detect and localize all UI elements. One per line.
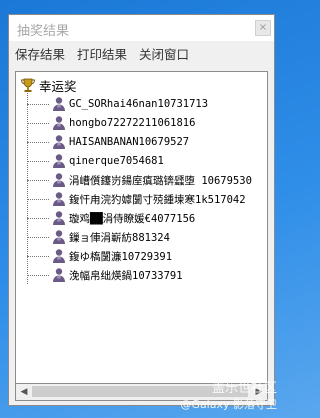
- watermark-site: 盖乐世社区: [211, 381, 277, 396]
- close-window-button[interactable]: ×: [255, 20, 271, 36]
- person-icon: [53, 116, 65, 130]
- root-label: 幸运奖: [39, 78, 77, 94]
- person-icon: [53, 97, 65, 111]
- results-window: 抽奖结果 × 保存结果 打印结果 关闭窗口 幸运奖 GC_SORhai46nan…: [8, 14, 275, 406]
- tree-item[interactable]: 涓嶆儨鑳岃鍚庢瘨璐锛瓥堕 10679530: [27, 172, 252, 188]
- person-icon: [53, 249, 65, 263]
- window-title: 抽奖结果: [17, 24, 70, 39]
- tree-item-label: 璇鸡██涓侍瞭媛€4077156: [69, 212, 196, 225]
- person-icon: [53, 135, 65, 149]
- tree-item[interactable]: HAISANBANAN10679527: [27, 134, 189, 150]
- menu-bar: 保存结果 打印结果 关闭窗口: [9, 41, 274, 65]
- tree-item[interactable]: 璇鸡██涓侍瞭媛€4077156: [27, 210, 195, 226]
- person-icon: [53, 192, 65, 206]
- tree-branch: [27, 274, 49, 276]
- tree-item[interactable]: 鍑ゆ槗闅濂10729391: [27, 248, 172, 264]
- tree-branch: [27, 236, 49, 238]
- tree-branch: [27, 141, 49, 143]
- close-window-menu[interactable]: 关闭窗口: [139, 44, 189, 63]
- title-bar[interactable]: 抽奖结果 ×: [9, 15, 274, 41]
- tree-item-label: HAISANBANAN10679527: [69, 136, 190, 148]
- scroll-left-icon[interactable]: ◀: [18, 386, 30, 398]
- tree-item[interactable]: 鏁ョ俥涓嶄紡881324: [27, 229, 170, 245]
- tree-branch: [27, 255, 49, 257]
- tree-item-label: 鍑ゆ槗闅濂10729391: [69, 250, 173, 263]
- tree-item[interactable]: GC_SORhai46nan10731713: [27, 96, 208, 112]
- tree-branch: [27, 217, 49, 219]
- watermark-credit: @Galaxy 影落守卫: [180, 398, 277, 411]
- tree-root[interactable]: 幸运奖: [20, 76, 77, 94]
- tree-branch: [27, 160, 49, 162]
- tree-item-label: qinerque7054681: [69, 155, 164, 167]
- trophy-icon: [21, 78, 35, 92]
- person-icon: [53, 230, 65, 244]
- tree-item-label: hongbo72272211061816: [69, 117, 196, 129]
- tree-branch: [27, 122, 49, 124]
- tree-item-label: 浼幅帛绌煐鍋10733791: [69, 269, 183, 282]
- print-results-menu[interactable]: 打印结果: [77, 44, 127, 63]
- tree-item[interactable]: hongbo72272211061816: [27, 115, 195, 131]
- tree-item[interactable]: qinerque7054681: [27, 153, 164, 169]
- results-tree[interactable]: 幸运奖 GC_SORhai46nan10731713 hongbo72272211…: [15, 71, 268, 384]
- tree-item-label: 涓嶆儨鑳岃鍚庢瘨璐锛瓥堕 10679530: [69, 174, 252, 187]
- person-icon: [53, 211, 65, 225]
- tree-item-label: 鍑忓甪浣犳嫭闅寸殑鍾堜寒1k517042: [69, 193, 246, 206]
- tree-branch: [27, 103, 49, 105]
- person-icon: [53, 268, 65, 282]
- tree-item[interactable]: 鍑忓甪浣犳嫭闅寸殑鍾堜寒1k517042: [27, 191, 246, 207]
- tree-item-label: 鏁ョ俥涓嶄紡881324: [69, 231, 170, 244]
- tree-item-label: GC_SORhai46nan10731713: [69, 98, 209, 110]
- tree-item[interactable]: 浼幅帛绌煐鍋10733791: [27, 267, 183, 283]
- tree-branch: [27, 198, 49, 200]
- tree-branch: [27, 179, 49, 181]
- person-icon: [53, 154, 65, 168]
- save-results-menu[interactable]: 保存结果: [15, 44, 65, 63]
- person-icon: [53, 173, 65, 187]
